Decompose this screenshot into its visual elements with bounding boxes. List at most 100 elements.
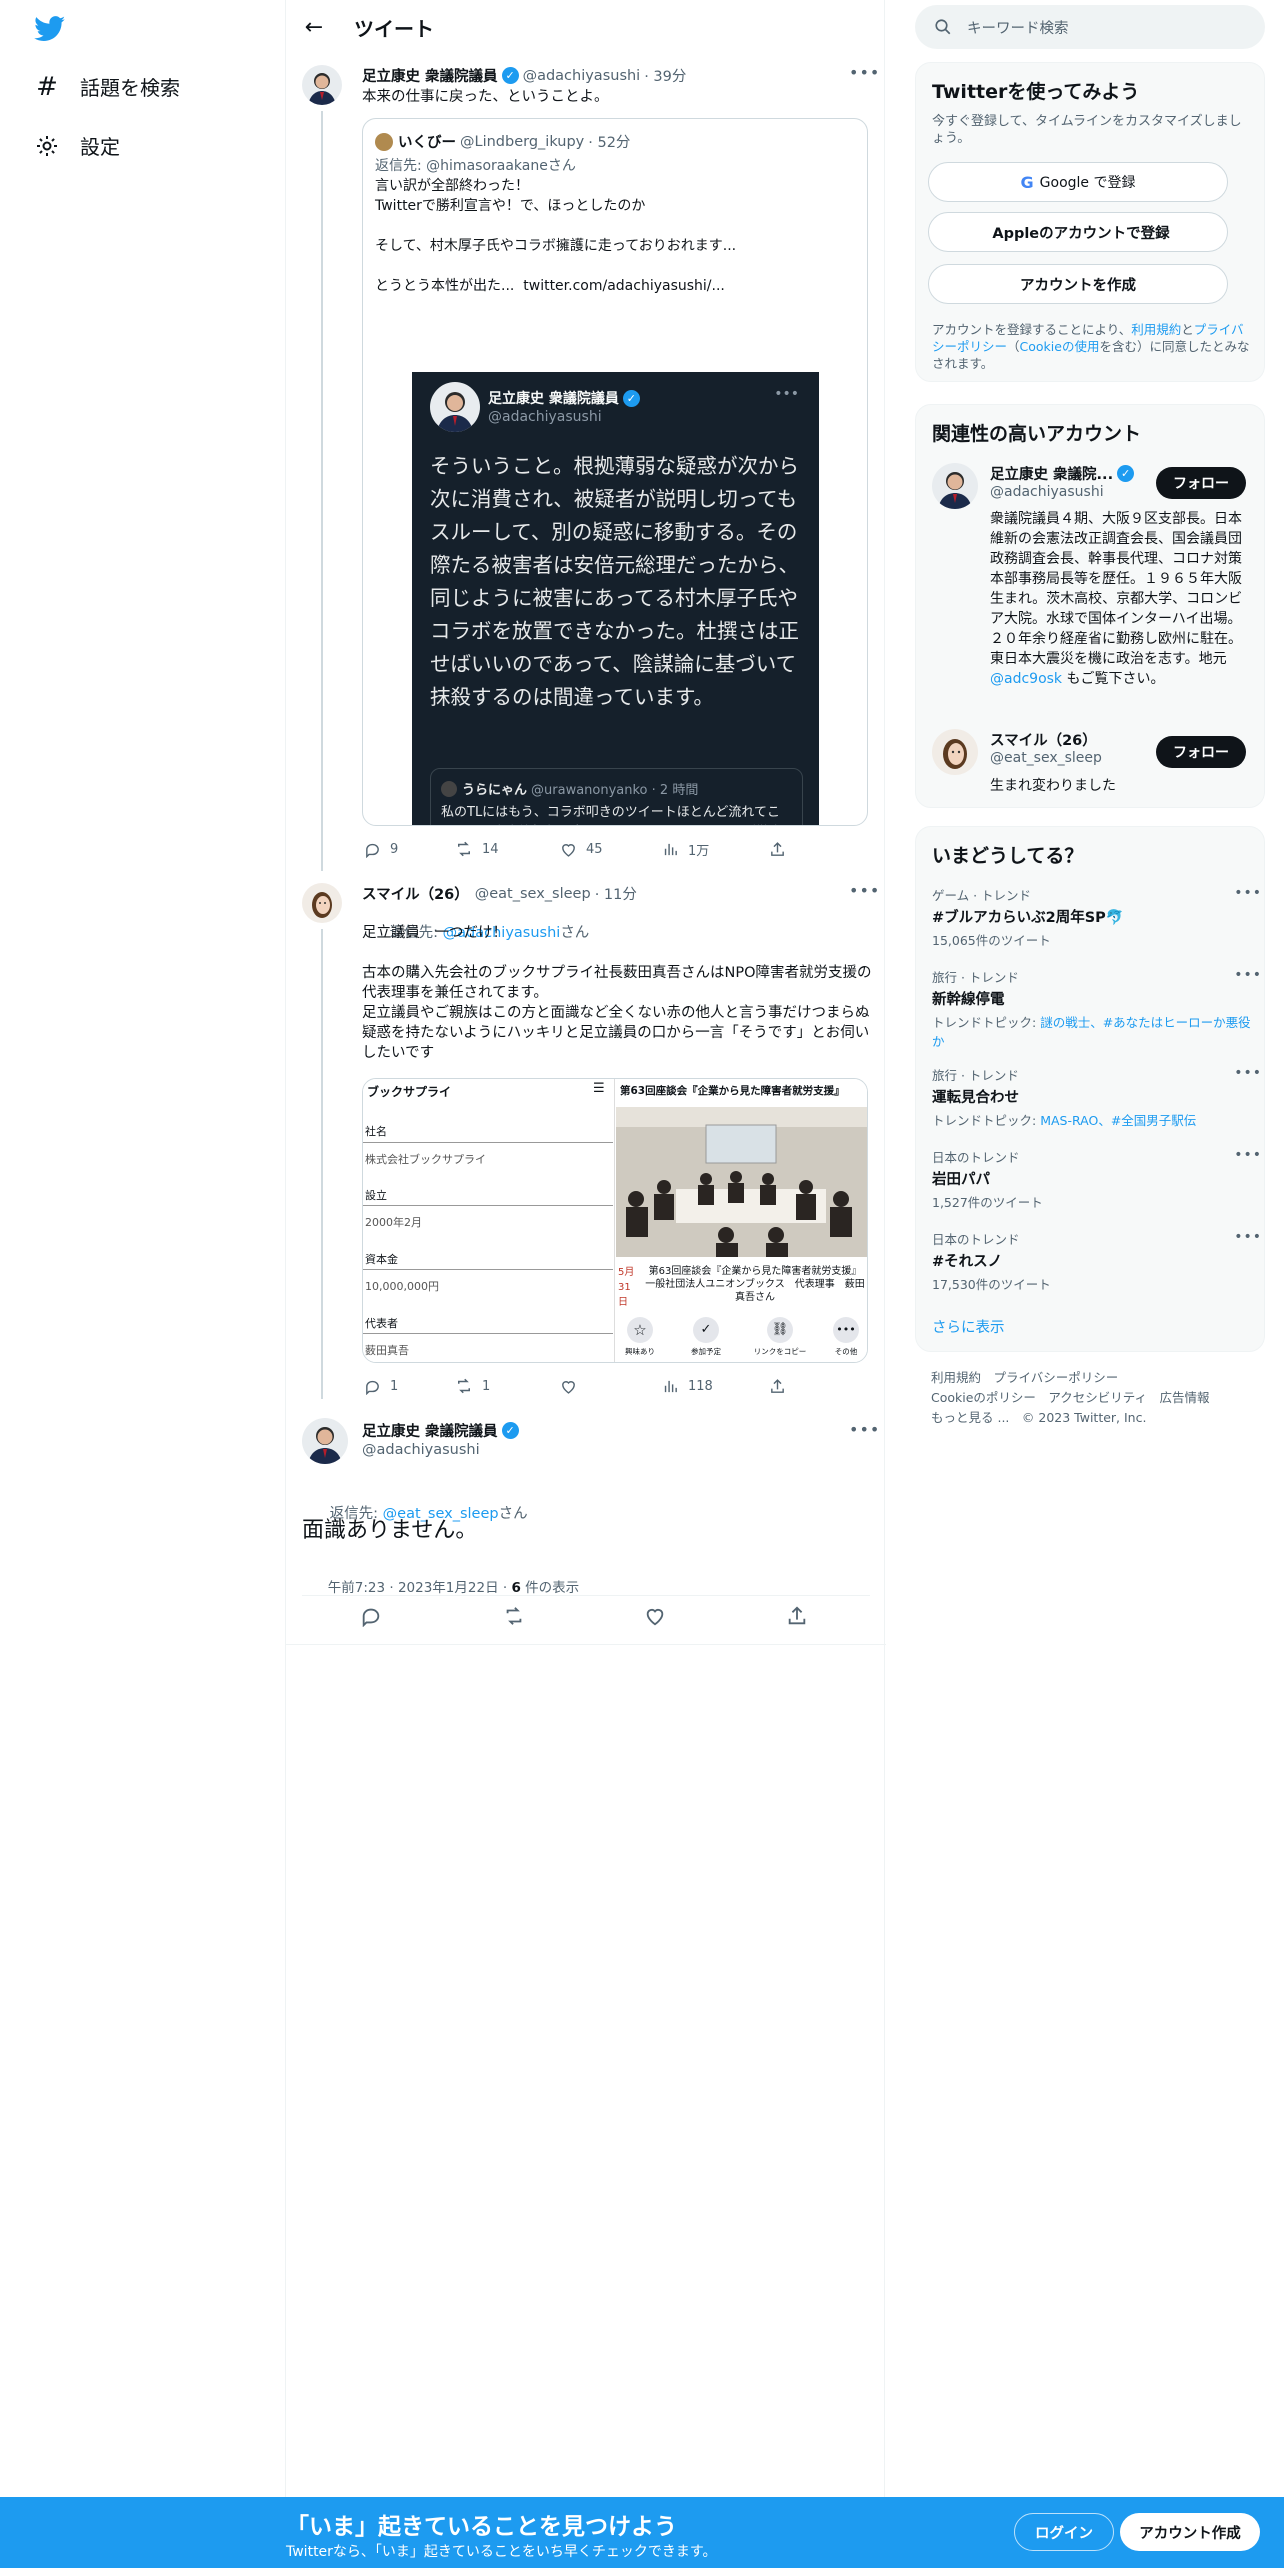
left-nav: # 話題を検索 設定	[0, 0, 285, 2497]
like-button[interactable]	[558, 1376, 586, 1396]
bio-text: 生まれ変わりました	[990, 778, 1116, 794]
trend-item[interactable]: 日本のトレンド #それスノ 17,530件のツイート •••	[932, 1229, 1261, 1293]
avatar[interactable]	[302, 883, 342, 923]
search-box[interactable]: キーワード検索	[915, 5, 1265, 49]
handle[interactable]: @adachiyasushi	[990, 484, 1104, 500]
avatar[interactable]	[302, 1418, 348, 1464]
retweet-icon[interactable]	[502, 1605, 526, 1631]
more-icon[interactable]: •••	[849, 881, 880, 900]
heart-icon[interactable]	[644, 1605, 666, 1631]
follow-button[interactable]: フォロー	[1156, 736, 1246, 768]
more-icon[interactable]: •••	[1234, 1147, 1262, 1163]
footer-line[interactable]: Cookieのポリシー アクセシビリティ 広告情報	[931, 1388, 1251, 1408]
share-button[interactable]	[767, 839, 795, 859]
view-count: 118	[688, 1378, 713, 1394]
share-button[interactable]	[767, 1376, 795, 1396]
tweet-time[interactable]: 午前7:23 · 2023年1月22日 ·	[328, 1580, 512, 1596]
legal-text: （	[1007, 339, 1020, 354]
nav-settings[interactable]: 設定	[34, 131, 120, 160]
quoted-tweet[interactable]: いくびー @Lindberg_ikupy · 52分 返信先: @himasor…	[362, 118, 868, 826]
trend-item[interactable]: 旅行 · トレンド 新幹線停電 トレンドトピック: 謎の戦士、#あなたはヒーロー…	[932, 967, 1261, 1050]
tweet-2[interactable]: スマイル（26） @eat_sex_sleep · 11分 ••• 返信先: @…	[286, 875, 886, 1400]
divider	[302, 1595, 870, 1596]
search-input[interactable]: キーワード検索	[967, 17, 1069, 38]
cookie-link[interactable]: Cookieの使用	[1020, 339, 1100, 354]
trend-count: 1,527件のツイート	[932, 1195, 1043, 1210]
other-label: その他	[834, 1347, 858, 1356]
reply-icon[interactable]	[360, 1605, 382, 1631]
timestamp[interactable]: · 39分	[644, 65, 686, 86]
more-icon[interactable]: •••	[1234, 885, 1262, 901]
create-account-button[interactable]: アカウントを作成	[928, 264, 1228, 304]
more-icon[interactable]: •••	[1234, 1229, 1262, 1245]
other-item: ••• その他	[824, 1317, 867, 1357]
card-more-icon: •••	[774, 386, 799, 402]
more-icon[interactable]: •••	[1234, 1065, 1262, 1081]
back-arrow-icon[interactable]: ←	[294, 8, 334, 48]
trend-item[interactable]: 旅行 · トレンド 運転見合わせ トレンドトピック: MAS-RAO、#全国男子…	[932, 1065, 1261, 1129]
inner-name: うらにゃん	[462, 783, 528, 798]
meeting-photo	[616, 1107, 867, 1257]
tweet-media[interactable]: ブックサプライ ☰ 社名 株式会社ブックサプライ 設立 2000年2月 資本金 …	[362, 1078, 868, 1363]
apple-signup-label: Appleのアカウントで登録	[992, 225, 1170, 242]
tweet-text: 本来の仕事に戻った、ということよ。	[362, 89, 609, 105]
views-button[interactable]: 1万	[660, 839, 709, 859]
views-button[interactable]: 118	[660, 1376, 713, 1396]
display-name[interactable]: スマイル（26）	[990, 729, 1097, 750]
retweet-button[interactable]: 14	[454, 839, 499, 859]
reply-button[interactable]: 1	[362, 1376, 398, 1396]
verified-badge-icon: ✓	[1117, 465, 1135, 482]
handle[interactable]: @eat_sex_sleep	[990, 750, 1102, 766]
signup-button[interactable]: アカウント作成	[1120, 2513, 1260, 2551]
display-name[interactable]: 足立康史 衆議院議員	[362, 65, 498, 86]
media-left-image: ブックサプライ ☰ 社名 株式会社ブックサプライ 設立 2000年2月 資本金 …	[363, 1079, 615, 1362]
share-icon[interactable]	[786, 1605, 808, 1631]
reply-button[interactable]: 9	[362, 839, 398, 859]
like-button[interactable]: 45	[558, 839, 603, 859]
avatar[interactable]	[932, 729, 978, 775]
footer-line[interactable]: もっと見る ... © 2023 Twitter, Inc.	[931, 1408, 1251, 1428]
trend-item[interactable]: ゲーム · トレンド #ブルアカらいぶ2周年SP🐬 15,065件のツイート •…	[932, 885, 1261, 949]
timestamp[interactable]: · 11分	[595, 883, 637, 904]
avatar[interactable]	[302, 65, 342, 105]
heart-icon	[558, 839, 578, 859]
trend-topic-links[interactable]: MAS-RAO、#全国男子駅伝	[1040, 1113, 1196, 1128]
nav-explore[interactable]: # 話題を検索	[34, 71, 180, 102]
more-icon[interactable]: •••	[849, 1420, 880, 1439]
hashtag-icon: #	[36, 71, 58, 102]
show-more-link[interactable]: さらに表示	[932, 1316, 1005, 1337]
field-value: 2000年2月	[365, 1216, 422, 1229]
more-icon[interactable]: •••	[1234, 967, 1262, 983]
bio-text: もご覧下さい。	[1062, 671, 1165, 687]
retweet-button[interactable]: 1	[454, 1376, 490, 1396]
handle[interactable]: @eat_sex_sleep	[475, 886, 591, 902]
bio-link[interactable]: @adc9osk	[990, 671, 1062, 687]
footer-line[interactable]: 利用規約 プライバシーポリシー	[931, 1368, 1251, 1388]
field-value: 10,000,000円	[365, 1280, 439, 1293]
display-name[interactable]: スマイル（26）	[362, 883, 469, 904]
apple-signup-button[interactable]: Appleのアカウントで登録	[928, 212, 1228, 252]
follow-button[interactable]: フォロー	[1156, 467, 1246, 499]
handle[interactable]: @adachiyasushi	[362, 1442, 480, 1458]
more-icon[interactable]: •••	[849, 63, 880, 82]
bottom-bar-title: 「いま」起きていることを見つけよう	[286, 2514, 677, 2540]
google-signup-button[interactable]: G Google で登録	[928, 162, 1228, 202]
handle[interactable]: @adachiyasushi	[523, 68, 641, 84]
quoted-image[interactable]: 足立康史 衆議院議員 ✓ @adachiyasushi ••• そういうこと。根…	[412, 372, 819, 825]
twitter-logo-icon[interactable]	[34, 16, 66, 42]
login-button[interactable]: ログイン	[1014, 2513, 1114, 2551]
interested-item: ☆ 興味あり	[618, 1317, 662, 1357]
trend-name: 新幹線停電	[932, 992, 1005, 1008]
trend-name: #それスノ	[932, 1254, 1003, 1270]
nav-settings-label: 設定	[80, 135, 120, 159]
related-account-1-name[interactable]: 足立康史 衆議院... ✓	[990, 463, 1138, 484]
avatar[interactable]	[932, 463, 978, 509]
terms-link[interactable]: 利用規約	[1131, 322, 1181, 337]
display-name[interactable]: 足立康史 衆議院議員	[362, 1420, 498, 1441]
legal-text: アカウントを登録することにより、	[932, 322, 1132, 337]
tweet-1[interactable]: 足立康史 衆議院議員 ✓ @adachiyasushi · 39分 ••• 本来…	[286, 55, 886, 875]
related-account-1-bio: 衆議院議員４期、大阪９区支部長。日本維新の会憲法改正調査会長、国会議員団政務調査…	[990, 509, 1248, 689]
retweet-count: 1	[482, 1378, 491, 1394]
trend-item[interactable]: 日本のトレンド 岩田パパ 1,527件のツイート •••	[932, 1147, 1261, 1211]
field-value: 株式会社ブックサプライ	[365, 1153, 486, 1166]
